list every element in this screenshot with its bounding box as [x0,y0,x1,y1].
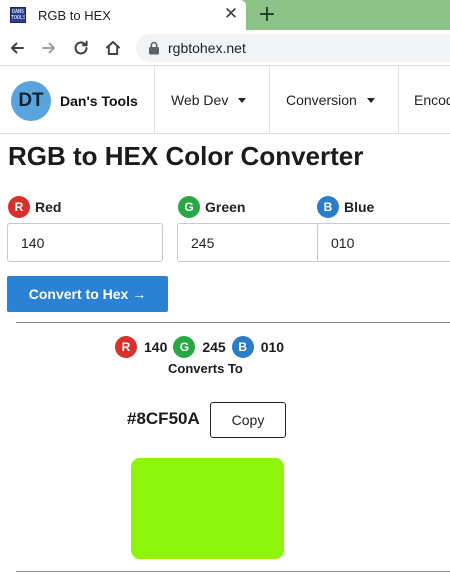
close-icon[interactable]: ✕ [221,4,241,24]
red-value: 140 [144,339,168,355]
page-title: RGB to HEX Color Converter [8,141,364,171]
menu-label: Web Dev [171,92,229,108]
menu-encoding[interactable]: Encod [398,66,450,134]
home-button[interactable] [102,37,124,59]
caret-down-icon [366,97,375,103]
red-badge: R [115,336,137,358]
blue-badge: B [317,196,339,218]
red-badge: R [8,196,30,218]
caret-down-icon [238,97,247,103]
site-navbar: DT Dan's Tools Web Dev Conversion Encod [0,66,450,134]
red-label-text: Red [35,199,62,215]
converts-to-label: Converts To [168,361,243,376]
divider [16,571,450,572]
address-bar[interactable]: rgbtohex.net [136,34,450,62]
arrow-right-icon [42,42,55,54]
divider [16,322,450,323]
reload-button[interactable] [70,37,92,59]
green-input[interactable] [177,223,333,262]
menu-conversion[interactable]: Conversion [269,66,398,134]
brand-name: Dan's Tools [60,93,138,109]
logo: DT [11,81,51,121]
green-label: G Green [178,196,245,218]
forward-button[interactable] [38,37,60,59]
url-text: rgbtohex.net [168,40,246,56]
browser-tab[interactable]: DANS TOOLS RGB to HEX ✕ [0,0,246,30]
green-badge: G [173,336,196,358]
reload-icon [74,40,88,55]
hex-result: #8CF50A [127,409,200,428]
blue-label: B Blue [317,196,374,218]
menu-label: Conversion [286,92,357,108]
red-label: R Red [8,196,61,218]
green-value: 245 [202,339,226,355]
blue-label-text: Blue [344,199,375,215]
browser-toolbar: rgbtohex.net [0,30,450,66]
plus-icon[interactable]: + [256,1,278,27]
arrow-left-icon [11,42,24,54]
color-swatch [131,458,284,559]
menu-web-dev[interactable]: Web Dev [154,66,269,134]
blue-input[interactable] [317,223,450,262]
menu-label: Encod [414,92,450,108]
tab-title: RGB to HEX [38,7,111,23]
lock-icon [148,41,160,55]
brand-link[interactable]: DT Dan's Tools [11,81,138,121]
favicon-icon: DANS TOOLS [10,7,26,23]
home-icon [106,41,120,55]
green-badge: G [178,196,200,218]
back-button[interactable] [6,37,28,59]
blue-value: 010 [260,339,285,355]
browser-tab-strip: DANS TOOLS RGB to HEX ✕ + [0,0,450,30]
red-input[interactable] [7,223,163,262]
rgb-summary: R 140 G 245 B 010 [115,335,290,359]
blue-badge: B [231,336,254,358]
convert-to-hex-button[interactable]: Convert to Hex → [7,276,168,312]
green-label-text: Green [205,199,246,215]
copy-button[interactable]: Copy [210,402,286,438]
